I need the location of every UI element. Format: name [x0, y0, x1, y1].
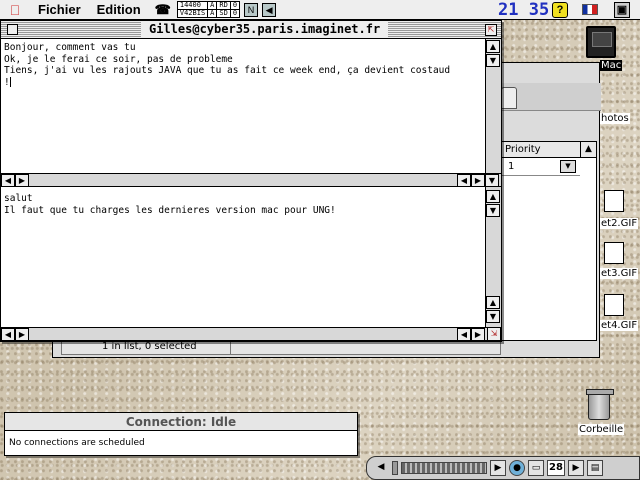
page-number-display[interactable]: 28	[547, 460, 565, 476]
incoming-horizontal-scrollbar[interactable]: ◀ ▶ ◀ ▶ ▼	[1, 173, 501, 187]
trash-icon[interactable]	[586, 389, 614, 420]
outgoing-horizontal-scrollbar[interactable]: ◀ ▶ ◀ ▶	[1, 327, 487, 341]
scroll-right-arrow-icon[interactable]: ▶	[15, 174, 29, 187]
scroll-left-arrow-icon[interactable]: ◀	[457, 328, 471, 341]
scroll-down-arrow-icon[interactable]: ▼	[486, 310, 500, 323]
gif-file-label-3[interactable]: et3.GIF	[600, 268, 639, 279]
outgoing-message-input[interactable]: salut Il faut que tu charges les dernier…	[4, 193, 336, 216]
connection-status-title[interactable]: Connection: Idle	[5, 413, 357, 431]
incoming-text: Bonjour, comment vas tu Ok, je le ferai …	[4, 42, 451, 88]
connection-window[interactable]: Connection: Idle No connections are sche…	[4, 412, 358, 456]
computer-icon[interactable]	[586, 26, 616, 58]
gif-file-label-2[interactable]: et2.GIF	[600, 218, 639, 229]
scroll-right-arrow-icon[interactable]: ▶	[471, 174, 485, 187]
scroll-up-arrow-icon[interactable]: ▲	[486, 40, 500, 53]
menu-fichier[interactable]: Fichier	[30, 2, 89, 17]
scroll-left-arrow-icon[interactable]: ◀	[457, 174, 471, 187]
gif-file-icon[interactable]	[604, 242, 624, 264]
volume-slider[interactable]	[401, 462, 487, 474]
scroll-up-arrow-icon[interactable]: ▲	[486, 190, 500, 203]
status-divider	[230, 340, 231, 354]
modem-n-indicator[interactable]: N	[244, 2, 259, 17]
modem-protocol: V42BIS	[178, 10, 209, 17]
strip-end-icon[interactable]: ▤	[587, 460, 603, 476]
scroll-up-arrow-icon[interactable]: ▲	[486, 296, 500, 309]
outgoing-vertical-scrollbar[interactable]: ▲ ▼ ▲ ▼	[485, 187, 501, 327]
sort-arrow-icon[interactable]: ▲	[580, 142, 596, 158]
scroll-right-arrow-icon[interactable]: ▶	[15, 328, 29, 341]
strip-collapse-arrow-icon[interactable]: ◀	[373, 460, 389, 476]
priority-dropdown-icon[interactable]: ▼	[560, 160, 576, 173]
gif-file-label-4[interactable]: et4.GIF	[600, 320, 639, 331]
priority-column-header[interactable]: Priority	[502, 142, 580, 158]
modem-flag-a2: A	[208, 10, 218, 17]
scroll-right-arrow-icon[interactable]: ▶	[471, 328, 485, 341]
computer-icon-label[interactable]: Mac	[600, 60, 623, 71]
scroll-left-arrow-icon[interactable]: ◀	[1, 174, 15, 187]
strip-more-arrow-icon[interactable]: ▶	[568, 460, 584, 476]
network-globe-icon[interactable]: ●	[509, 460, 525, 476]
application-icon[interactable]: ▣	[614, 2, 630, 18]
french-flag-icon[interactable]	[582, 4, 598, 15]
apple-menu-icon[interactable]: 	[0, 2, 30, 18]
scroll-down-arrow-icon[interactable]: ▼	[485, 174, 499, 187]
scroll-down-arrow-icon[interactable]: ▼	[486, 204, 500, 217]
gif-file-icon[interactable]	[604, 294, 624, 316]
window-tab[interactable]	[501, 87, 517, 109]
phone-icon[interactable]: ☎	[155, 2, 171, 18]
text-caret	[9, 77, 11, 87]
control-strip[interactable]: ◀ ▶ ● ▭ 28 ▶ ▤	[366, 456, 640, 480]
zoom-box-icon[interactable]: ⇱	[485, 24, 497, 36]
priority-list[interactable]: Priority ▲ 1 ▼	[501, 141, 597, 341]
incoming-vertical-scrollbar[interactable]: ▲ ▼	[485, 39, 501, 173]
menu-clock[interactable]: 21 35	[498, 0, 549, 20]
list-status-text: 1 in list, 0 selected	[102, 341, 197, 352]
modem-status-panel[interactable]: 14400 A RD 0 V42BIS A SD 0	[176, 1, 241, 18]
strip-right-arrow-icon[interactable]: ▶	[490, 460, 506, 476]
strip-tab-icon[interactable]	[392, 461, 398, 475]
modem-sd: SD	[217, 10, 231, 17]
resize-grip-icon[interactable]: ⇲	[487, 327, 501, 341]
photos-icon-label[interactable]: hotos	[600, 113, 630, 124]
chat-window-titlebar[interactable]: Gilles@cyber35.paris.imaginet.fr ⇱	[1, 21, 501, 39]
scroll-down-arrow-icon[interactable]: ▼	[486, 54, 500, 67]
menu-edition[interactable]: Edition	[89, 2, 149, 17]
chat-window[interactable]: Gilles@cyber35.paris.imaginet.fr ⇱ Bonjo…	[0, 20, 502, 342]
close-box-icon[interactable]	[7, 24, 18, 35]
help-icon[interactable]: ?	[552, 2, 568, 18]
back-arrow-icon[interactable]: ◀	[262, 2, 277, 17]
menu-bar:  Fichier Edition ☎ 14400 A RD 0 V42BIS …	[0, 0, 640, 20]
trash-label[interactable]: Corbeille	[578, 424, 625, 435]
scroll-left-arrow-icon[interactable]: ◀	[1, 328, 15, 341]
gif-file-icon[interactable]	[604, 190, 624, 212]
outgoing-text: salut Il faut que tu charges les dernier…	[4, 193, 336, 216]
chat-window-title: Gilles@cyber35.paris.imaginet.fr	[141, 21, 389, 38]
incoming-messages[interactable]: Bonjour, comment vas tu Ok, je le ferai …	[4, 42, 450, 88]
connection-message: No connections are scheduled	[9, 438, 145, 448]
folder-icon[interactable]: ▭	[528, 460, 544, 476]
modem-sd-count: 0	[232, 9, 238, 17]
